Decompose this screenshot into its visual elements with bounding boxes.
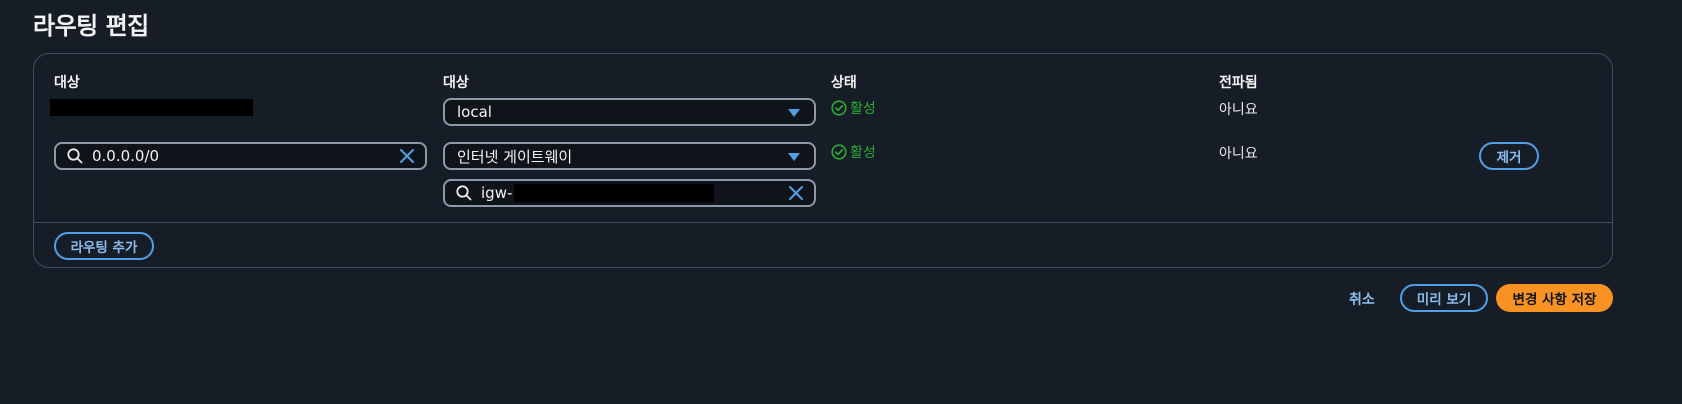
destination-input[interactable]: 0.0.0.0/0 <box>54 142 427 170</box>
status-ok-icon <box>831 100 847 116</box>
caret-down-icon <box>788 153 800 161</box>
target-select-igw[interactable]: 인터넷 게이트웨이 <box>443 142 816 170</box>
remove-route-button[interactable]: 제거 <box>1479 142 1539 170</box>
destination-input-value: 0.0.0.0/0 <box>92 147 160 165</box>
header-propagated: 전파됨 <box>1219 75 1258 91</box>
redacted-destination <box>50 99 253 116</box>
cancel-button[interactable]: 취소 <box>1349 289 1375 309</box>
status-badge: 활성 <box>831 98 876 118</box>
target-select-local[interactable]: local <box>443 98 816 126</box>
preview-button[interactable]: 미리 보기 <box>1400 284 1488 312</box>
add-route-button[interactable]: 라우팅 추가 <box>54 232 154 260</box>
header-status: 상태 <box>831 75 857 91</box>
status-ok-icon <box>831 144 847 160</box>
clear-icon[interactable] <box>788 185 804 201</box>
header-destination: 대상 <box>54 75 80 91</box>
propagated-value: 아니요 <box>1219 146 1258 162</box>
panel-divider <box>34 222 1612 223</box>
target-search-value: igw- <box>481 184 513 202</box>
save-changes-button[interactable]: 변경 사항 저장 <box>1496 284 1613 312</box>
target-select-value: 인터넷 게이트웨이 <box>457 147 573 166</box>
routes-panel: 대상 대상 상태 전파됨 local 활성 아니요 0.0.0.0/0 인터넷 … <box>33 53 1613 268</box>
search-icon <box>67 148 83 164</box>
clear-icon[interactable] <box>399 148 415 164</box>
header-target: 대상 <box>443 75 469 91</box>
redacted-igw-id <box>514 184 715 202</box>
search-icon <box>456 185 472 201</box>
caret-down-icon <box>788 109 800 117</box>
status-text: 활성 <box>850 145 876 161</box>
status-badge: 활성 <box>831 142 876 162</box>
propagated-value: 아니요 <box>1219 102 1258 118</box>
target-select-value: local <box>457 103 492 121</box>
target-search-input[interactable]: igw- <box>443 179 816 207</box>
status-text: 활성 <box>850 101 876 117</box>
page-title: 라우팅 편집 <box>33 12 149 40</box>
